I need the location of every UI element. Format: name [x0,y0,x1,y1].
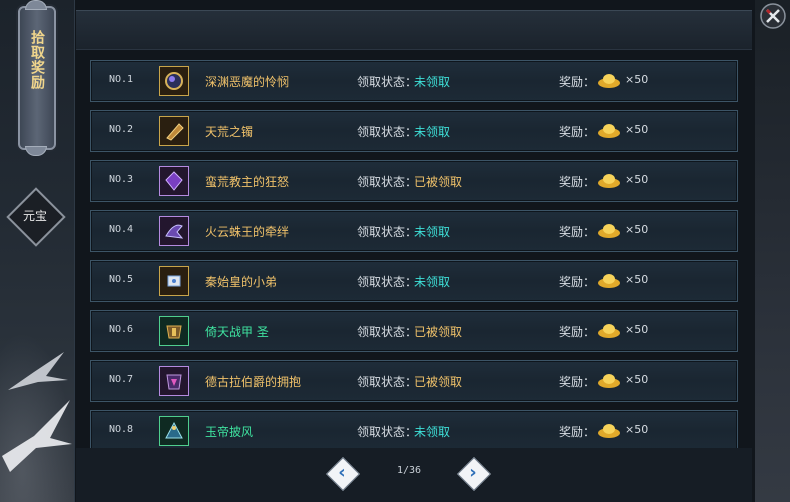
status-label: 领取状态： [357,275,418,289]
page-indicator: 1/36 [396,465,422,476]
item-name: 蛮荒教主的狂怒 [205,175,290,189]
yuanbao-tab[interactable]: 元宝 [6,187,66,247]
gold-ingot-icon [598,324,620,338]
gold-ingot-icon [598,124,620,138]
item-name: 玉帝披风 [205,425,254,439]
status-value: 已被领取 [414,375,463,389]
dark-armor-icon[interactable] [159,366,189,396]
reward-list: NO.1 深渊恶魔的怜悯 领取状态： 未领取 奖励： ×50 NO.2 天荒之镯… [90,60,738,460]
gold-ingot-icon [598,274,620,288]
status-value: 未领取 [414,125,451,139]
panel-header-bar [76,10,752,50]
status-label: 领取状态： [357,175,418,189]
row-number: NO.1 [109,74,134,85]
armor-icon[interactable] [159,316,189,346]
bracer-icon[interactable] [159,116,189,146]
spider-blade-icon[interactable] [159,216,189,246]
reward-amount: ×50 [625,273,649,286]
item-name: 深渊恶魔的怜悯 [205,75,290,89]
purple-gem-icon[interactable] [159,166,189,196]
reward-label: 奖励： [559,125,596,139]
reward-label: 奖励： [559,325,596,339]
chevron-right-icon: › [469,462,477,483]
dark-mask-icon[interactable] [159,66,189,96]
list-item[interactable]: NO.3 蛮荒教主的狂怒 领取状态： 已被领取 奖励： ×50 [90,160,738,202]
crane-icon [8,352,68,390]
list-item[interactable]: NO.2 天荒之镯 领取状态： 未领取 奖励： ×50 [90,110,738,152]
reward-label: 奖励： [559,275,596,289]
reward-label: 奖励： [559,425,596,439]
row-number: NO.4 [109,224,134,235]
list-item[interactable]: NO.1 深渊恶魔的怜悯 领取状态： 未领取 奖励： ×50 [90,60,738,102]
item-name: 德古拉伯爵的拥抱 [205,375,302,389]
pickup-reward-tab[interactable]: 拾取奖励 [18,0,56,156]
reward-label: 奖励： [559,225,596,239]
reward-amount: ×50 [625,173,649,186]
status-value: 未领取 [414,75,451,89]
next-page-button[interactable]: › [457,457,491,491]
row-number: NO.7 [109,374,134,385]
chevron-left-icon: ‹ [338,462,346,483]
gold-ingot-icon [598,74,620,88]
reward-amount: ×50 [625,223,649,236]
gold-ingot-icon [598,424,620,438]
crane-icon-large [2,400,72,472]
gold-ingot-icon [598,374,620,388]
status-value: 未领取 [414,225,451,239]
status-label: 领取状态： [357,375,418,389]
prev-page-button[interactable]: ‹ [326,457,360,491]
trinket-icon[interactable] [159,266,189,296]
list-item[interactable]: NO.5 秦始皇的小弟 领取状态： 未领取 奖励： ×50 [90,260,738,302]
item-name: 倚天战甲 圣 [205,325,269,339]
right-decor-strip [755,0,790,502]
reward-label: 奖励： [559,75,596,89]
status-value: 已被领取 [414,175,463,189]
status-value: 未领取 [414,425,451,439]
item-name: 火云蛛王的牵绊 [205,225,290,239]
close-button[interactable] [759,2,787,30]
status-value: 未领取 [414,275,451,289]
reward-amount: ×50 [625,323,649,336]
row-number: NO.3 [109,174,134,185]
reward-amount: ×50 [625,123,649,136]
item-name: 秦始皇的小弟 [205,275,278,289]
list-item[interactable]: NO.6 倚天战甲 圣 领取状态： 已被领取 奖励： ×50 [90,310,738,352]
row-number: NO.2 [109,124,134,135]
status-value: 已被领取 [414,325,463,339]
reward-label: 奖励： [559,175,596,189]
list-item[interactable]: NO.8 玉帝披风 领取状态： 未领取 奖励： ×50 [90,410,738,452]
yuanbao-tab-label: 元宝 [22,209,47,223]
cape-icon[interactable] [159,416,189,446]
gold-ingot-icon [598,224,620,238]
item-name: 天荒之镯 [205,125,254,139]
reward-label: 奖励： [559,375,596,389]
status-label: 领取状态： [357,225,418,239]
reward-amount: ×50 [625,373,649,386]
row-number: NO.8 [109,424,134,435]
close-icon [760,3,786,29]
status-label: 领取状态： [357,425,418,439]
row-number: NO.5 [109,274,134,285]
status-label: 领取状态： [357,75,418,89]
reward-amount: ×50 [625,73,649,86]
list-item[interactable]: NO.4 火云蛛王的牵绊 领取状态： 未领取 奖励： ×50 [90,210,738,252]
pickup-reward-tab-label: 拾取奖励 [29,30,45,90]
row-number: NO.6 [109,324,134,335]
list-item[interactable]: NO.7 德古拉伯爵的拥抱 领取状态： 已被领取 奖励： ×50 [90,360,738,402]
gold-ingot-icon [598,174,620,188]
status-label: 领取状态： [357,325,418,339]
reward-amount: ×50 [625,423,649,436]
status-label: 领取状态： [357,125,418,139]
